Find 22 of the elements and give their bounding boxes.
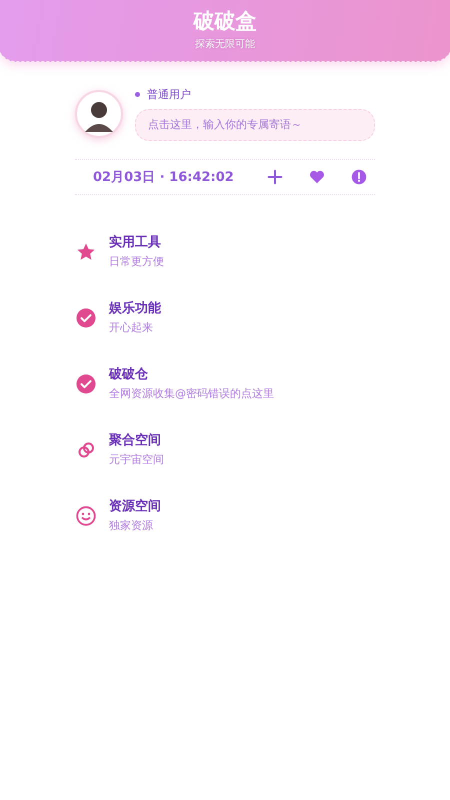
smile-icon — [76, 506, 96, 526]
avatar[interactable] — [75, 90, 123, 138]
motto-field[interactable]: 点击这里，输入你的专属寄语～ — [135, 109, 375, 141]
date-time: 02月03日 · 16:42:02 — [93, 169, 234, 186]
menu-item-title[interactable]: 资源空间 — [109, 497, 161, 517]
menu-item-title[interactable]: 聚合空间 — [109, 431, 164, 451]
menu-item-subtitle: 全网资源收集@密码错误的点这里 — [109, 386, 274, 402]
link-icon — [76, 440, 96, 460]
app-subtitle: 探索无限可能 — [195, 38, 255, 52]
menu-item-subtitle: 开心起来 — [109, 320, 154, 336]
check-icon — [76, 374, 96, 394]
menu-item-subtitle: 元宇宙空间 — [109, 452, 164, 468]
user-level: 普通用户 — [147, 87, 191, 102]
menu-item-title[interactable]: 娱乐功能 — [109, 299, 161, 319]
app-title: 破破盒 — [194, 8, 256, 34]
check-icon — [76, 308, 96, 328]
menu-item-subtitle: 日常更方便 — [109, 254, 164, 270]
star-icon — [76, 242, 96, 262]
menu-item-title[interactable]: 破破仓 — [109, 365, 274, 385]
menu-item-subtitle: 独家资源 — [109, 518, 154, 534]
menu-item-title[interactable]: 实用工具 — [109, 233, 164, 253]
status-dot — [135, 92, 140, 97]
